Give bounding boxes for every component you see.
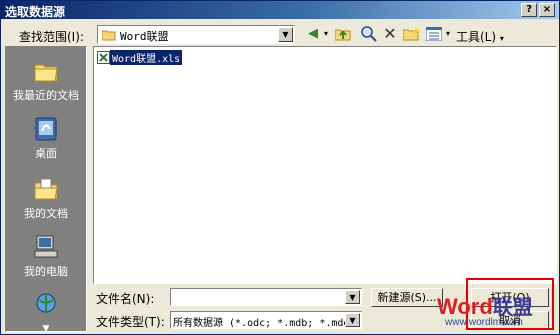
delete-icon[interactable]: ✕ (381, 25, 399, 43)
place-label: 我最近的文档 (13, 89, 79, 102)
back-icon[interactable]: ◀ (303, 25, 323, 43)
chevron-down-icon[interactable]: ▼ (345, 290, 360, 304)
my-computer-icon (34, 235, 58, 258)
search-web-icon[interactable] (361, 26, 377, 42)
tools-menu-label: 工具(L) (456, 30, 497, 44)
my-documents-icon (34, 178, 58, 200)
network-places-icon (36, 293, 56, 313)
filename-input[interactable]: ▼ (170, 288, 362, 306)
place-label: 桌面 (35, 147, 57, 160)
close-button[interactable]: × (539, 3, 555, 17)
recent-docs-icon (34, 64, 58, 82)
excel-file-icon (97, 50, 110, 64)
places-scroll-down-icon[interactable]: ▼ (43, 324, 50, 334)
lookin-value: Word联盟 (120, 30, 169, 43)
help-button[interactable]: ? (521, 3, 537, 17)
file-list[interactable]: Word联盟.xls (93, 46, 557, 284)
place-label: 我的电脑 (24, 265, 68, 278)
folder-icon (102, 30, 116, 41)
lookin-label: 查找范围(I): (19, 30, 84, 44)
place-network[interactable]: ▼ (6, 291, 86, 334)
file-name: Word联盟.xls (110, 49, 183, 65)
place-recent-documents[interactable]: 我最近的文档 (6, 57, 86, 103)
chevron-down-icon[interactable]: ▼ (345, 313, 360, 327)
tools-menu[interactable]: 工具(L) ▾ (456, 28, 504, 45)
views-dropdown-icon[interactable]: ▾ (444, 25, 452, 43)
place-label: 我的文档 (24, 207, 68, 220)
filetype-select[interactable]: 所有数据源 (*.odc; *.mdb; *.mde ▼ (170, 311, 362, 329)
new-folder-icon[interactable] (403, 27, 421, 41)
views-icon[interactable] (426, 27, 442, 41)
wordlm-watermark: Word联盟 www.wordlm.com (437, 291, 533, 328)
list-item[interactable]: Word联盟.xls (97, 49, 183, 65)
place-my-documents[interactable]: 我的文档 (6, 175, 86, 221)
lookin-combo[interactable]: Word联盟 ▼ (97, 25, 295, 44)
watermark-word: Word (437, 294, 493, 319)
desktop-icon (35, 117, 57, 141)
places-bar: 我最近的文档 桌面 我的文档 我的电脑 ▼ (5, 46, 87, 334)
filename-label: 文件名(N): (96, 292, 155, 306)
select-data-source-dialog: 选取数据源 ? × 查找范围(I): Word联盟 ▼ ◀ ▾ ✕ ▾ 工具(L… (0, 0, 560, 335)
watermark-url: www.wordlm.com (445, 317, 523, 328)
up-folder-icon[interactable] (335, 27, 351, 41)
place-my-computer[interactable]: 我的电脑 (6, 233, 86, 279)
filetype-value: 所有数据源 (*.odc; *.mdb; *.mde (173, 318, 350, 329)
new-source-button[interactable]: 新建源(S)... (371, 288, 443, 307)
back-dropdown-icon[interactable]: ▾ (322, 25, 330, 43)
tools-dropdown-icon: ▾ (499, 34, 504, 43)
chevron-down-icon[interactable]: ▼ (278, 27, 293, 42)
filetype-label: 文件类型(T): (96, 315, 165, 329)
watermark-lianmeng: 联盟 (492, 297, 533, 319)
place-desktop[interactable]: 桌面 (6, 115, 86, 161)
dialog-title: 选取数据源 (5, 5, 66, 19)
title-bar: 选取数据源 ? × (1, 1, 559, 19)
